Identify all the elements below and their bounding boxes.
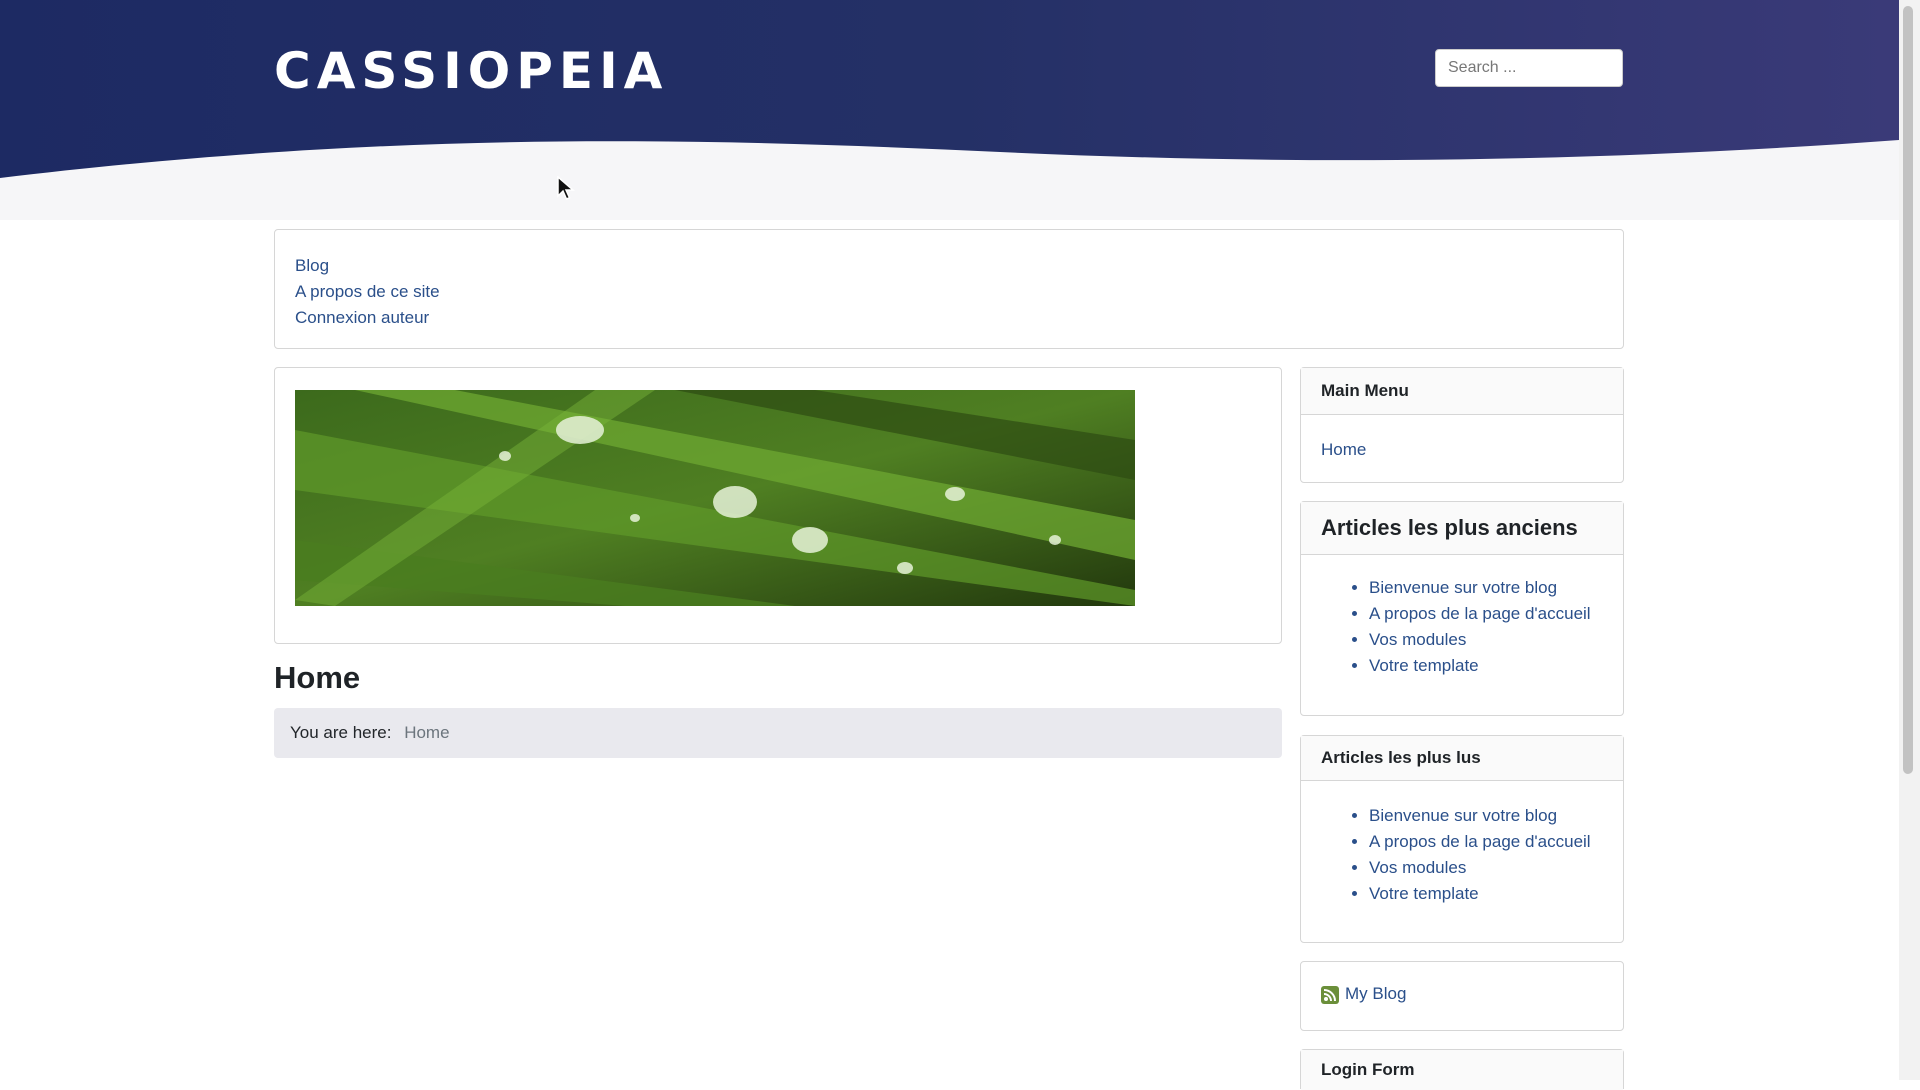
popular-articles-list: Bienvenue sur votre blog A propos de la … <box>1321 803 1603 907</box>
page-title: Home <box>274 660 361 695</box>
nav-item-blog[interactable]: Blog <box>295 253 1603 279</box>
list-item[interactable]: Votre template <box>1369 653 1603 679</box>
top-nav-menu: Blog A propos de ce site Connexion auteu… <box>274 229 1624 349</box>
list-item[interactable]: Bienvenue sur votre blog <box>1369 575 1603 601</box>
login-form-title: Login Form <box>1301 1050 1623 1090</box>
banner-image <box>295 390 1135 606</box>
oldest-articles-list: Bienvenue sur votre blog A propos de la … <box>1321 575 1603 679</box>
list-item[interactable]: Votre template <box>1369 881 1603 907</box>
site-logo[interactable]: CASSIOPEIA <box>274 42 668 100</box>
banner-module <box>274 367 1282 644</box>
main-menu-item-home[interactable]: Home <box>1321 437 1603 463</box>
popular-articles-module: Articles les plus lus Bienvenue sur votr… <box>1300 735 1624 943</box>
list-item[interactable]: A propos de la page d'accueil <box>1369 601 1603 627</box>
header-wave <box>0 140 1899 220</box>
breadcrumb-label: You are here: <box>290 723 392 742</box>
login-form-module: Login Form <box>1300 1049 1624 1090</box>
list-item[interactable]: Vos modules <box>1369 627 1603 653</box>
my-blog-label: My Blog <box>1345 984 1407 1003</box>
main-menu-module: Main Menu Home <box>1300 367 1624 483</box>
list-item[interactable]: A propos de la page d'accueil <box>1369 829 1603 855</box>
search-input[interactable] <box>1435 49 1623 87</box>
main-menu-title: Main Menu <box>1301 368 1623 415</box>
feed-module: My Blog <box>1300 961 1624 1031</box>
nav-item-author-login[interactable]: Connexion auteur <box>295 305 1603 331</box>
list-item[interactable]: Vos modules <box>1369 855 1603 881</box>
nav-item-about[interactable]: A propos de ce site <box>295 279 1603 305</box>
rss-feed-icon <box>1321 985 1339 1004</box>
oldest-articles-title: Articles les plus anciens <box>1301 502 1623 555</box>
breadcrumb: You are here: Home <box>274 708 1282 758</box>
site-header: CASSIOPEIA <box>0 0 1899 220</box>
mouse-cursor-icon <box>557 176 576 200</box>
my-blog-feed-link[interactable]: My Blog <box>1321 984 1407 1004</box>
breadcrumb-current: Home <box>404 723 450 742</box>
scrollbar-thumb[interactable] <box>1903 6 1913 774</box>
list-item[interactable]: Bienvenue sur votre blog <box>1369 803 1603 829</box>
popular-articles-title: Articles les plus lus <box>1301 736 1623 781</box>
oldest-articles-module: Articles les plus anciens Bienvenue sur … <box>1300 501 1624 716</box>
